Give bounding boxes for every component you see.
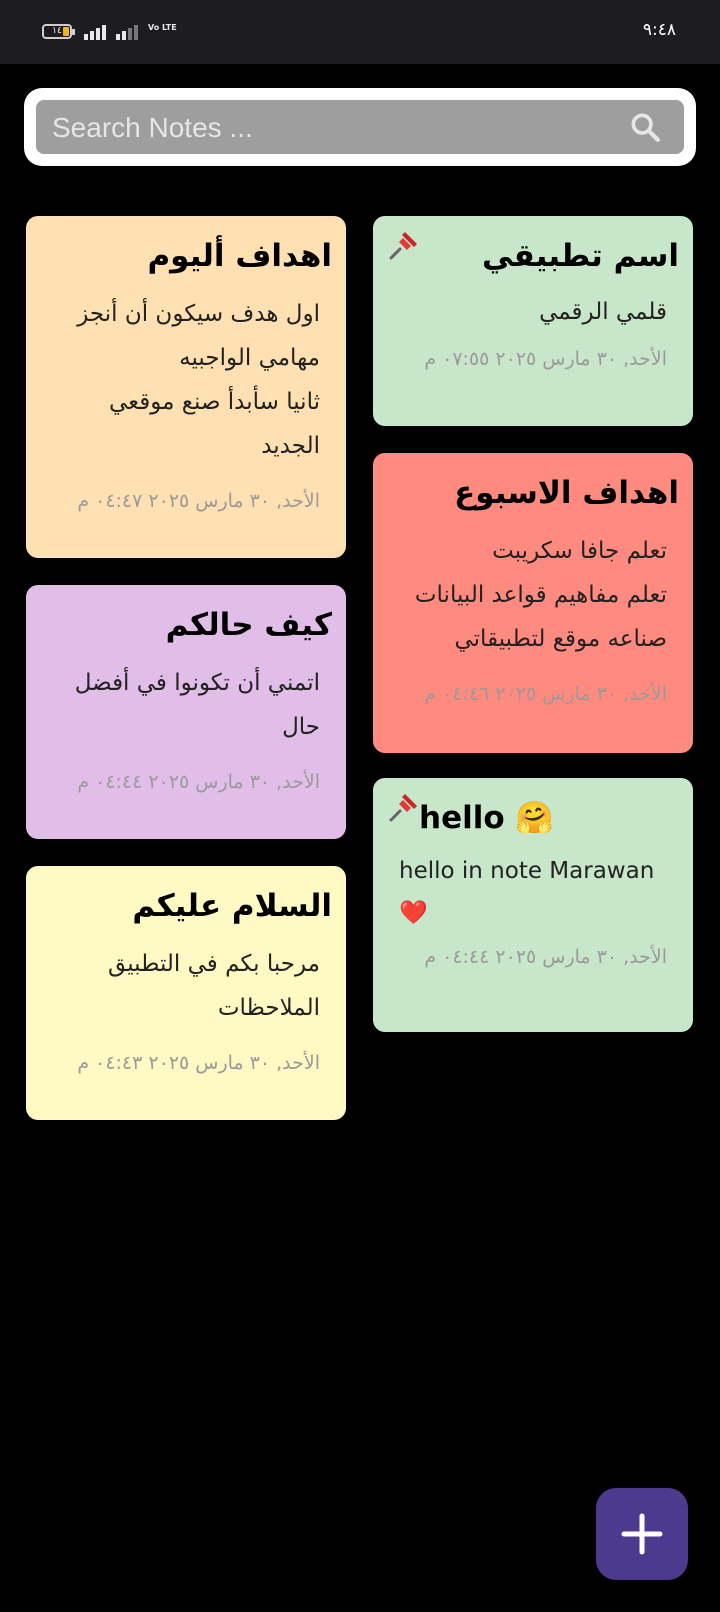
note-line: مهامي الواجبيه — [179, 345, 320, 371]
note-line: مرحبا بكم في التطبيق — [108, 951, 320, 977]
signal-icon — [84, 24, 106, 40]
status-bar: ١٤ Vo LTE ٩:٤٨ — [0, 0, 720, 64]
note-body: قلمي الرقمي — [539, 299, 667, 325]
plus-icon — [621, 1513, 663, 1555]
note-date: الأحد, ٣٠ مارس ٢٠٢٥ ٠٤:٤٤ م — [424, 946, 667, 968]
note-card[interactable]: اهداف الاسبوع تعلم جافا سكريبت تعلم مفاه… — [373, 453, 693, 753]
note-line: صناعه موقع لتطبيقاتي — [454, 626, 667, 652]
note-date: الأحد, ٣٠ مارس ٢٠٢٥ ٠٤:٤٧ م — [77, 490, 320, 512]
note-date: الأحد, ٣٠ مارس ٢٠٢٥ ٠٤:٤٦ م — [424, 683, 667, 705]
volte-label: Vo LTE — [148, 23, 177, 32]
note-card[interactable]: السلام عليكم مرحبا بكم في التطبيق الملاح… — [26, 866, 346, 1120]
note-body: hello in note Marawan ❤️ — [387, 850, 679, 934]
search-icon[interactable] — [628, 110, 662, 144]
note-line: حال — [282, 714, 320, 740]
note-date: الأحد, ٣٠ مارس ٢٠٢٥ ٠٤:٤٣ م — [77, 1052, 320, 1074]
note-body: اول هدف سيكون أن أنجز مهامي الواجبيه ثان… — [40, 292, 332, 468]
search-box[interactable] — [36, 100, 684, 156]
note-line: hello in note Marawan — [399, 858, 655, 884]
note-card[interactable]: كيف حالكم اتمني أن تكونوا في أفضل حال ال… — [26, 585, 346, 839]
note-date: الأحد, ٣٠ مارس ٢٠٢٥ ٠٧:٥٥ م — [424, 348, 667, 370]
clock: ٩:٤٨ — [642, 20, 676, 40]
note-card[interactable]: hello 🤗 hello in note Marawan ❤️ الأحد, … — [373, 778, 693, 1032]
note-title: hello 🤗 — [419, 800, 555, 836]
search-input[interactable] — [50, 100, 614, 156]
note-title: اسم تطبيقي — [481, 238, 679, 274]
note-card[interactable]: اسم تطبيقي قلمي الرقمي الأحد, ٣٠ مارس ٢٠… — [373, 216, 693, 426]
add-note-button[interactable] — [596, 1488, 688, 1580]
note-title: اهداف الاسبوع — [454, 475, 679, 511]
signal-icon-2 — [116, 24, 138, 40]
battery-icon: ١٤ — [42, 24, 75, 39]
note-line: اتمني أن تكونوا في أفضل — [74, 670, 320, 696]
note-title: السلام عليكم — [132, 888, 332, 924]
note-body: اتمني أن تكونوا في أفضل حال — [40, 661, 332, 749]
note-title: اهداف أليوم — [147, 238, 332, 274]
note-line: الملاحظات — [217, 995, 320, 1021]
note-line: تعلم جافا سكريبت — [492, 538, 667, 564]
note-card[interactable]: اهداف أليوم اول هدف سيكون أن أنجز مهامي … — [26, 216, 346, 558]
heart-emoji: ❤️ — [399, 900, 428, 926]
battery-level: ١٤ — [52, 26, 62, 36]
pin-icon[interactable] — [385, 228, 421, 264]
note-body: تعلم جافا سكريبت تعلم مفاهيم قواعد البيا… — [387, 529, 679, 661]
note-body: مرحبا بكم في التطبيق الملاحظات — [40, 942, 332, 1030]
note-title: كيف حالكم — [165, 607, 332, 643]
note-line: اول هدف سيكون أن أنجز — [77, 301, 320, 327]
note-line: الجديد — [261, 433, 320, 459]
note-line: تعلم مفاهيم قواعد البيانات — [414, 582, 667, 608]
note-date: الأحد, ٣٠ مارس ٢٠٢٥ ٠٤:٤٤ م — [77, 771, 320, 793]
note-line: ثانيا سأبدأ صنع موقعي — [108, 389, 320, 415]
pin-icon[interactable] — [385, 790, 421, 826]
search-bar — [24, 88, 696, 166]
